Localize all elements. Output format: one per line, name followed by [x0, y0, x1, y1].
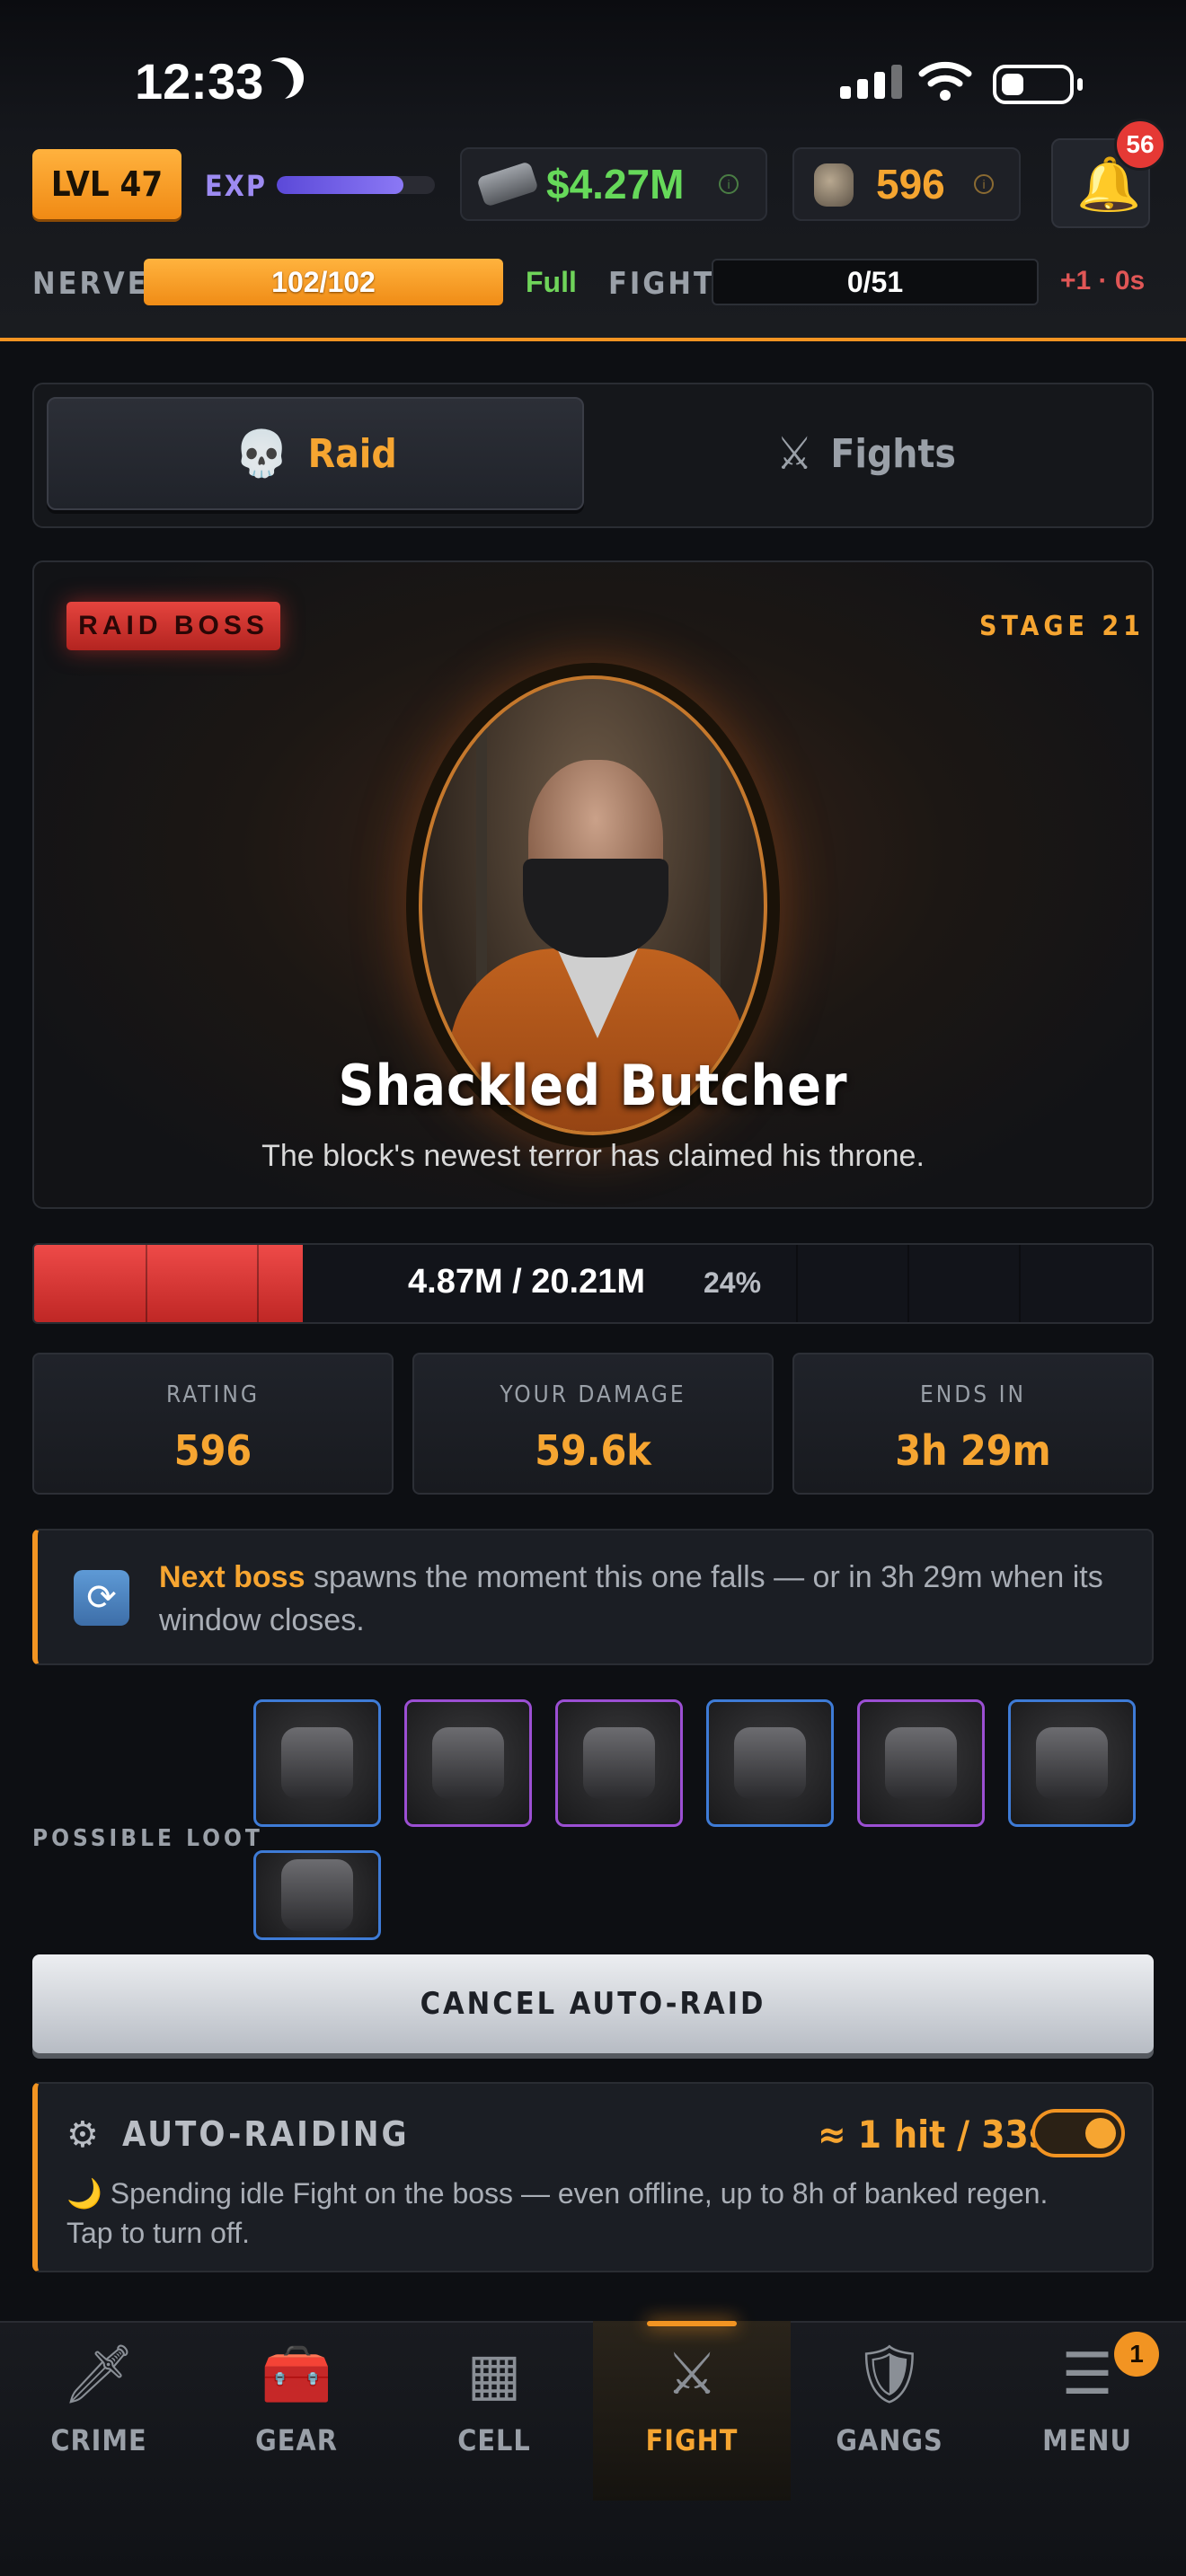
stat-label: YOUR DAMAGE [500, 1381, 686, 1408]
boss-description: The block's newest terror has claimed hi… [261, 1139, 925, 1173]
signal-icon [840, 65, 902, 99]
stat-ends-in: ENDS IN 3h 29m [792, 1353, 1154, 1495]
boss-health-fill [34, 1245, 303, 1322]
stat-label: ENDS IN [920, 1381, 1026, 1408]
shield-icon: 🛡 [853, 2342, 926, 2406]
tab-raid[interactable]: 💀 Raid [47, 397, 584, 510]
nav-item-cell[interactable]: ▦ CELL [395, 2321, 593, 2501]
loot-item[interactable] [253, 1850, 381, 1940]
nav-item-gangs[interactable]: 🛡 GANGS [791, 2321, 988, 2501]
rating-info-icon[interactable]: i [974, 174, 994, 194]
refresh-icon: ⟳ [74, 1570, 129, 1626]
skull-icon: 💀 [234, 427, 290, 480]
fight-label: FIGHT [608, 266, 715, 302]
nav-label: CRIME [50, 2423, 147, 2457]
nerve-status: Full [526, 266, 577, 298]
stat-value: 596 [173, 1426, 252, 1475]
knife-icon: 🗡 [62, 2342, 136, 2406]
menu-badge: 1 [1114, 2332, 1159, 2377]
exp-bar[interactable] [277, 176, 435, 194]
loot-item[interactable] [253, 1699, 381, 1827]
loot-item[interactable] [555, 1699, 683, 1827]
stat-value: 59.6k [535, 1426, 651, 1475]
nav-item-crime[interactable]: 🗡 CRIME [0, 2321, 198, 2501]
stat-rating: RATING 596 [32, 1353, 394, 1495]
status-time: 12:33 [135, 53, 264, 110]
cell-icon: ▦ [466, 2342, 522, 2406]
boss-name: Shackled Butcher [338, 1053, 848, 1118]
auto-raiding-title: AUTO-RAIDING [122, 2114, 410, 2154]
money-value: $4.27M [546, 161, 685, 207]
wrist-gadget-icon [885, 1727, 957, 1799]
stat-label: RATING [166, 1381, 260, 1408]
level-badge[interactable]: LVL 47 [32, 149, 181, 219]
wifi-icon [918, 61, 972, 101]
cancel-auto-raid-button[interactable]: CANCEL AUTO-RAID [32, 1954, 1154, 2053]
stage-label: STAGE 21 [979, 611, 1145, 642]
money-info-icon[interactable]: i [719, 174, 739, 194]
stat-your-damage: YOUR DAMAGE 59.6k [412, 1353, 774, 1495]
tab-fights[interactable]: ⚔ Fights [593, 397, 1139, 510]
tab-fights-label: Fights [830, 430, 956, 477]
nav-label: CELL [457, 2423, 531, 2457]
fight-bar[interactable]: 0/51 [712, 259, 1039, 305]
next-boss-text: Next boss spawns the moment this one fal… [159, 1556, 1120, 1642]
loot-item[interactable] [1008, 1699, 1136, 1827]
raid-boss-badge: RAID BOSS [66, 602, 280, 650]
boots-icon [281, 1859, 353, 1931]
exp-label: EXP [205, 169, 267, 203]
nav-label: GEAR [255, 2423, 338, 2457]
body-armor-icon [583, 1727, 655, 1799]
crossed-swords-icon: ⚔ [776, 428, 813, 480]
notification-count-badge: 56 [1114, 119, 1166, 171]
nav-item-gear[interactable]: 🧰 GEAR [198, 2321, 395, 2501]
possible-loot-label: POSSIBLE LOOT [32, 1825, 263, 1852]
auto-raid-rate: ≈ 1 hit / 33s [818, 2113, 1049, 2157]
nav-label: GANGS [836, 2423, 943, 2457]
fight-regen-timer: +1 · 0s [1060, 266, 1146, 296]
helmet-icon [281, 1727, 353, 1799]
tab-raid-label: Raid [307, 430, 397, 477]
boots-icon [432, 1727, 504, 1799]
nav-item-fight[interactable]: ⚔ FIGHT [593, 2321, 791, 2501]
chest-icon: 🧰 [261, 2342, 332, 2406]
swords-icon: ⚔ [666, 2342, 718, 2406]
rating-value: 596 [876, 161, 945, 207]
pliers-icon [1036, 1727, 1108, 1799]
auto-raid-description: 🌙 Spending idle Fight on the boss — even… [66, 2177, 1049, 2249]
loot-item[interactable] [706, 1699, 834, 1827]
stat-value: 3h 29m [895, 1426, 1051, 1475]
nav-label: MENU [1042, 2423, 1132, 2457]
nerve-bar[interactable]: 102/102 [144, 259, 503, 305]
boss-health-percent: 24% [704, 1266, 762, 1299]
nerve-label: NERVE [32, 266, 149, 302]
auto-raid-toggle[interactable] [1031, 2109, 1125, 2157]
gear-icon: ⚙ [66, 2115, 99, 2155]
nav-label: FIGHT [645, 2423, 739, 2457]
boss-health-text: 4.87M / 20.21M [408, 1263, 646, 1301]
loot-item[interactable] [404, 1699, 532, 1827]
loot-item[interactable] [857, 1699, 985, 1827]
toggle-knob [1085, 2118, 1116, 2148]
fist-icon [814, 163, 854, 207]
exp-bar-fill [277, 176, 403, 194]
next-boss-highlight: Next boss [159, 1560, 305, 1594]
battery-icon [993, 65, 1083, 104]
boots-icon [734, 1727, 806, 1799]
